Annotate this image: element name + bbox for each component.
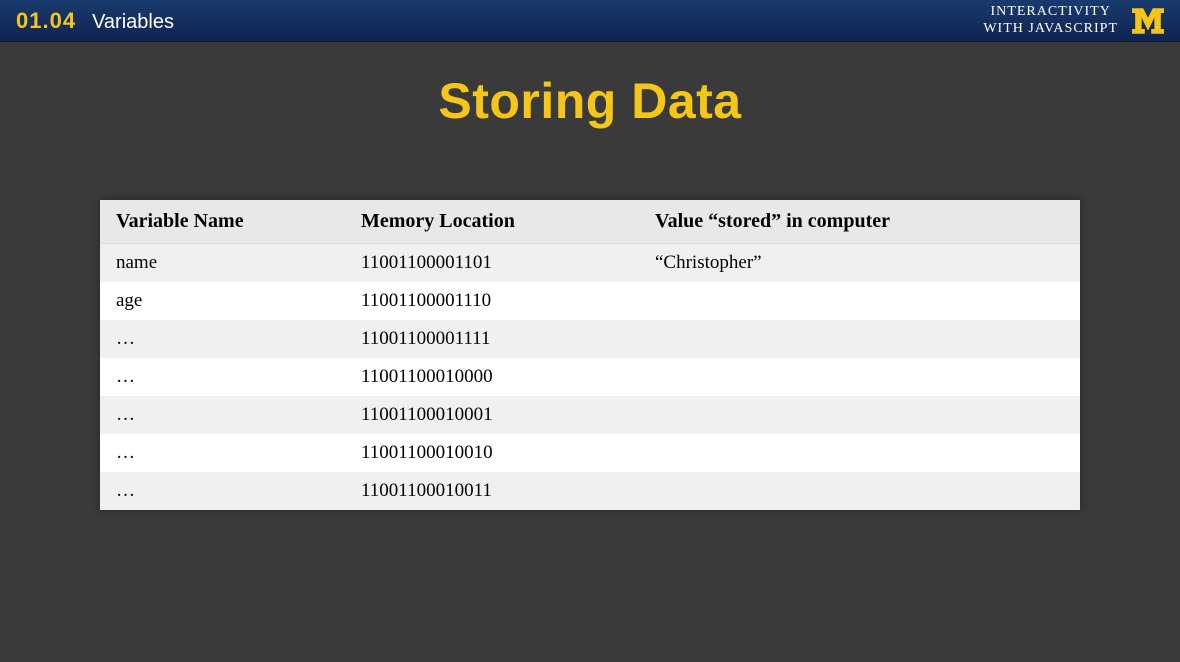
cell-variable-name: …: [100, 358, 345, 396]
table-row: … 11001100010000: [100, 358, 1080, 396]
cell-value-stored: [639, 434, 1080, 472]
cell-variable-name: …: [100, 472, 345, 510]
table-row: … 11001100010010: [100, 434, 1080, 472]
cell-variable-name: …: [100, 396, 345, 434]
table-row: … 11001100001111: [100, 320, 1080, 358]
lesson-title: Variables: [92, 11, 174, 34]
cell-memory-location: 11001100001101: [345, 244, 639, 283]
cell-value-stored: [639, 320, 1080, 358]
course-title: INTERACTIVITY WITH JAVASCRIPT: [983, 4, 1118, 36]
cell-memory-location: 11001100001111: [345, 320, 639, 358]
table-header-value-stored: Value “stored” in computer: [639, 200, 1080, 244]
memory-table: Variable Name Memory Location Value “sto…: [100, 200, 1080, 510]
lesson-number: 01.04: [16, 8, 76, 34]
table-row: age 11001100001110: [100, 282, 1080, 320]
table-row: name 11001100001101 “Christopher”: [100, 244, 1080, 283]
cell-variable-name: …: [100, 434, 345, 472]
cell-memory-location: 11001100001110: [345, 282, 639, 320]
table-header-memory-location: Memory Location: [345, 200, 639, 244]
table-header-variable-name: Variable Name: [100, 200, 345, 244]
cell-value-stored: [639, 282, 1080, 320]
table-row: … 11001100010001: [100, 396, 1080, 434]
header-bar: 01.04 Variables INTERACTIVITY WITH JAVAS…: [0, 0, 1180, 42]
cell-memory-location: 11001100010011: [345, 472, 639, 510]
cell-variable-name: name: [100, 244, 345, 283]
header-right: INTERACTIVITY WITH JAVASCRIPT: [983, 4, 1164, 36]
cell-value-stored: [639, 396, 1080, 434]
table-row: … 11001100010011: [100, 472, 1080, 510]
course-title-line2: WITH JAVASCRIPT: [983, 21, 1118, 37]
michigan-logo-icon: [1132, 7, 1164, 35]
slide-title: Storing Data: [100, 72, 1080, 130]
cell-variable-name: …: [100, 320, 345, 358]
cell-value-stored: “Christopher”: [639, 244, 1080, 283]
cell-memory-location: 11001100010000: [345, 358, 639, 396]
header-left: 01.04 Variables: [16, 8, 174, 34]
table-header-row: Variable Name Memory Location Value “sto…: [100, 200, 1080, 244]
cell-value-stored: [639, 358, 1080, 396]
cell-memory-location: 11001100010010: [345, 434, 639, 472]
slide-content: Storing Data Variable Name Memory Locati…: [0, 42, 1180, 510]
cell-variable-name: age: [100, 282, 345, 320]
cell-value-stored: [639, 472, 1080, 510]
cell-memory-location: 11001100010001: [345, 396, 639, 434]
course-title-line1: INTERACTIVITY: [983, 4, 1118, 20]
